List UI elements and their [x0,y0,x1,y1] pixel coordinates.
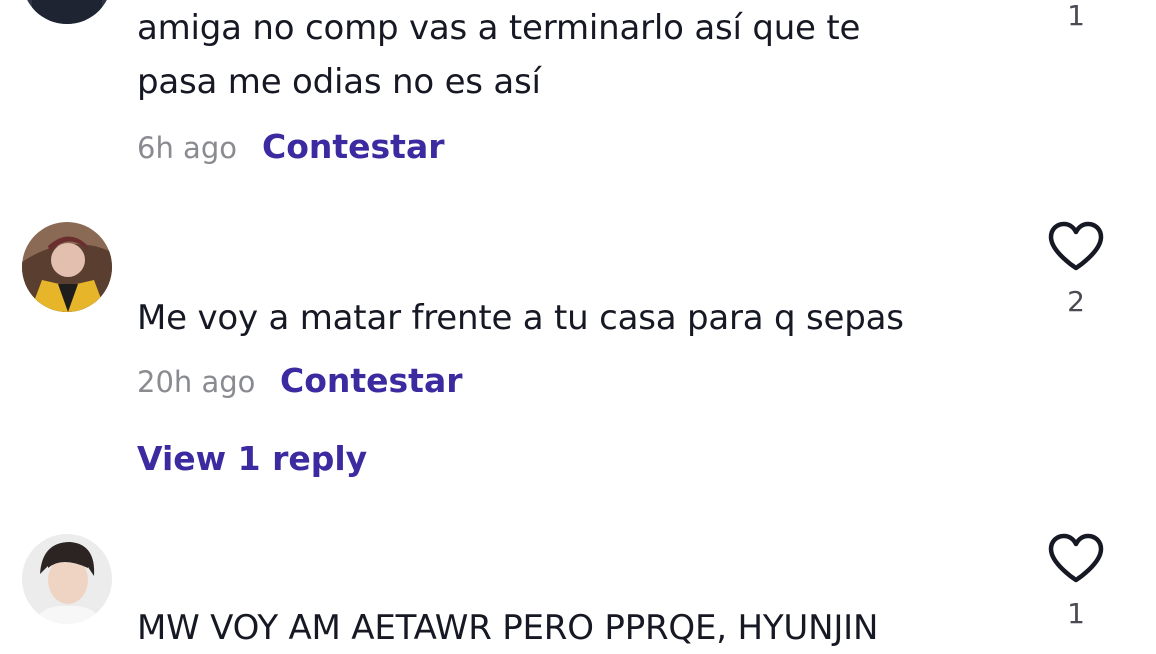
like-count: 1 [1067,0,1085,32]
heart-outline-icon[interactable] [1047,220,1105,272]
comment-timestamp: 20h ago [137,365,256,399]
avatar[interactable] [22,534,112,624]
avatar[interactable] [22,222,112,312]
like-count: 1 [1067,597,1085,630]
comment-timestamp: 6h ago [137,131,237,165]
avatar[interactable] [22,0,112,24]
comment-text: Me voy a matar frente a tu casa para q s… [137,298,904,338]
like-count: 2 [1067,285,1085,318]
reply-button[interactable]: Contestar [280,361,463,401]
heart-outline-icon[interactable] [1047,532,1105,584]
like-area: 1 [1040,0,1112,34]
reply-button[interactable]: Contestar [262,127,445,167]
comment-text: MW VOY AM AETAWR PERO PPRQE, HYUNJIN [137,608,879,648]
like-area: 1 [1040,532,1112,632]
comments-list: amiga no comp vas a terminarlo así que t… [0,0,1156,654]
view-replies-button[interactable]: View 1 reply [137,438,367,480]
comment-text: amiga no comp vas a terminarlo así que t… [137,8,861,48]
like-area: 2 [1040,220,1112,320]
comment-text: pasa me odias no es así [137,62,541,102]
